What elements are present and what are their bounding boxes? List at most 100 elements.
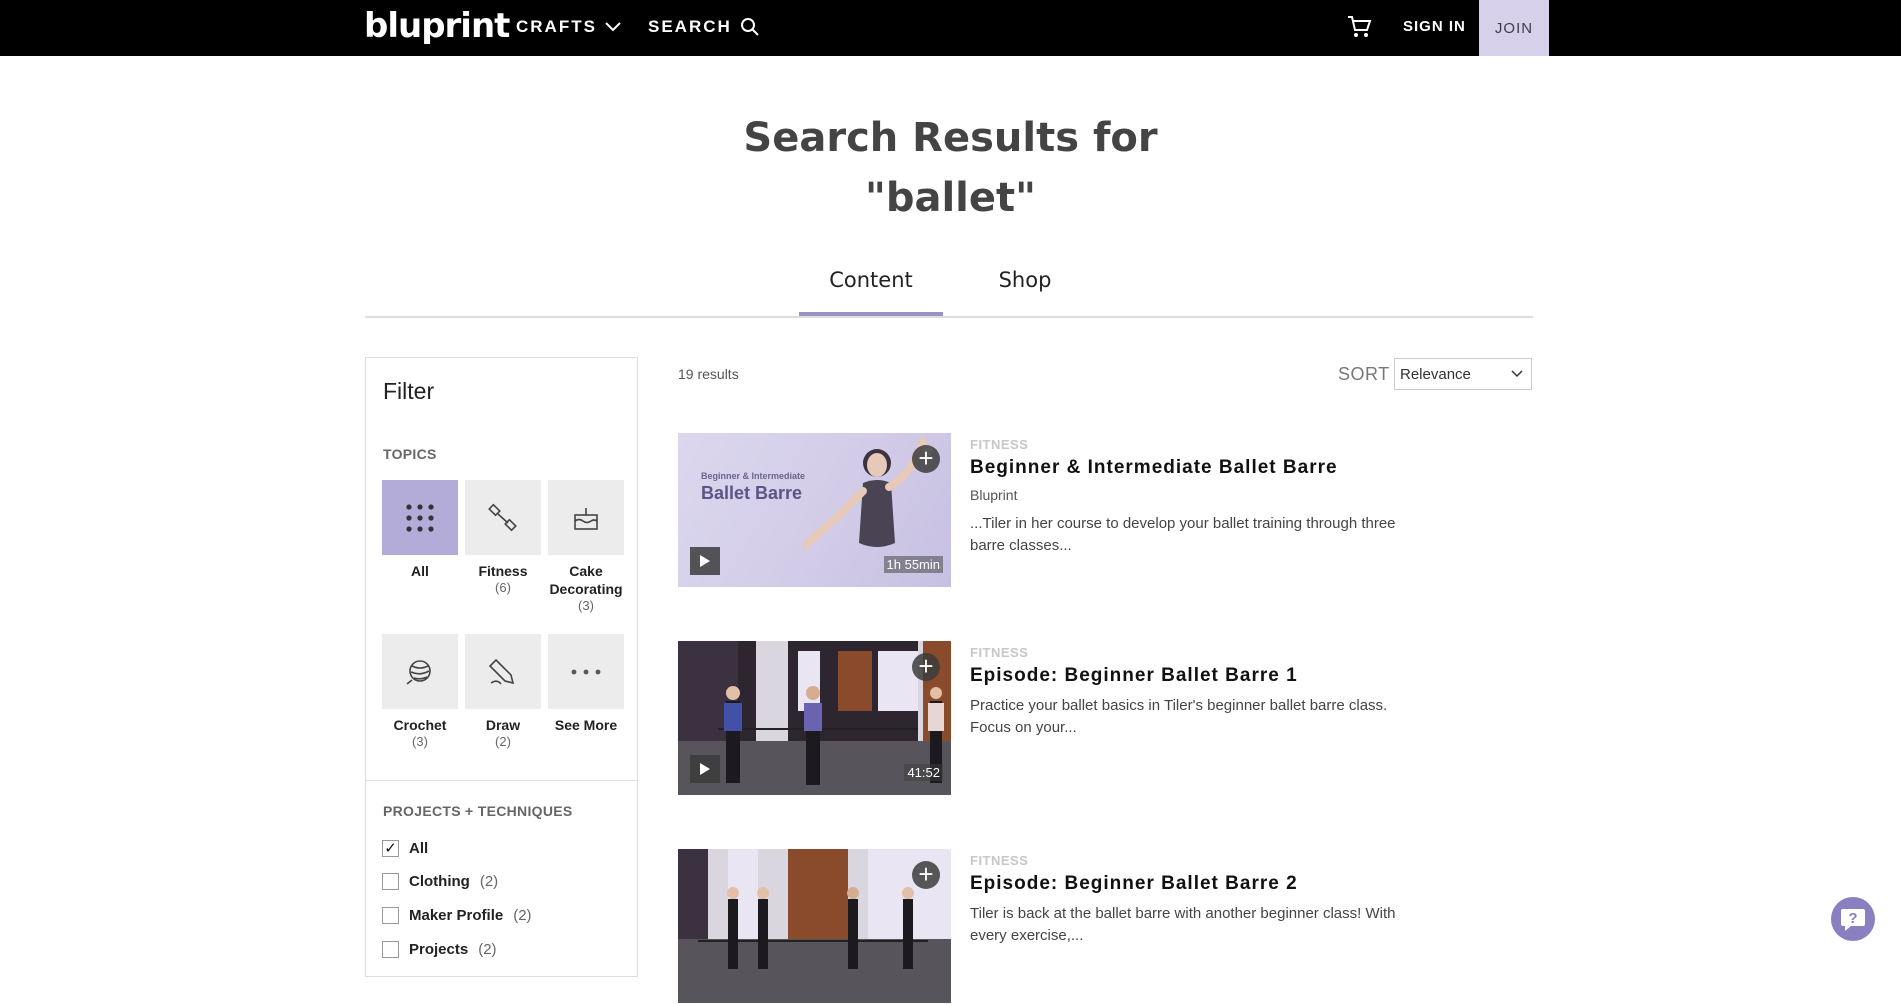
page-title-line1: Search Results for xyxy=(743,115,1158,161)
topic-count: (6) xyxy=(495,580,511,595)
sort-select[interactable]: Relevance xyxy=(1394,358,1532,390)
add-to-list-button[interactable]: + xyxy=(912,445,940,473)
project-filter-clothing[interactable]: Clothing (2) xyxy=(382,873,498,890)
project-filter-count: (2) xyxy=(478,941,497,958)
topic-name: Draw xyxy=(485,717,521,733)
topics-label: TOPICS xyxy=(383,446,437,462)
topic-name: Cake Decorating xyxy=(549,563,623,597)
result-item: + 41:52 FITNESS Episode: Beginner Ballet… xyxy=(678,641,1387,796)
checkbox[interactable] xyxy=(382,907,399,924)
page-title-line2: "ballet" xyxy=(865,175,1036,221)
thumb-caption-small: Beginner & Intermediate xyxy=(701,471,806,481)
topic-name: All xyxy=(411,563,429,579)
crafts-label: CRAFTS xyxy=(516,17,597,36)
topic-count: (2) xyxy=(495,734,511,749)
help-chat-button[interactable]: ? xyxy=(1831,897,1875,941)
project-filter-projects[interactable]: Projects (2) xyxy=(382,941,497,958)
sort-label: SORT xyxy=(1338,364,1390,384)
project-filter-count: (2) xyxy=(479,873,499,890)
topic-name: Fitness xyxy=(478,563,528,579)
topic-draw-tile xyxy=(465,634,541,709)
more-dots-icon xyxy=(571,669,601,674)
topic-count: (3) xyxy=(412,734,428,749)
result-thumbnail[interactable]: + xyxy=(678,849,951,1003)
join-button[interactable]: JOIN xyxy=(1479,0,1549,56)
topic-all[interactable]: All xyxy=(382,480,458,580)
play-icon xyxy=(700,763,710,775)
grid-icon xyxy=(406,503,434,532)
result-author: Bluprint xyxy=(970,487,1018,503)
result-item: + FITNESS Episode: Beginner Ballet Barre… xyxy=(678,849,1395,1004)
tabs-divider xyxy=(365,316,1533,318)
project-filter-label: Clothing xyxy=(409,873,470,890)
topic-cake-decorating[interactable]: Cake Decorating (3) xyxy=(548,480,624,614)
topic-see-more[interactable]: See More xyxy=(548,634,624,734)
sign-in-link[interactable]: SIGN IN xyxy=(1403,18,1466,35)
search-link[interactable]: SEARCH xyxy=(648,17,760,37)
search-label: SEARCH xyxy=(648,17,732,36)
topic-fitness[interactable]: Fitness (6) xyxy=(465,480,541,596)
project-filter-all[interactable]: ✓ All xyxy=(382,840,428,857)
dumbbell-icon xyxy=(488,503,517,531)
checkbox-checked[interactable]: ✓ xyxy=(382,840,399,857)
project-filter-count: (2) xyxy=(513,907,532,924)
project-filter-label: All xyxy=(409,840,429,857)
sort-value: Relevance xyxy=(1400,365,1471,383)
video-duration: 41:52 xyxy=(904,764,943,781)
chevron-down-icon xyxy=(1511,370,1523,378)
cake-icon xyxy=(574,507,598,530)
topic-all-tile xyxy=(382,480,458,555)
studio-scene xyxy=(678,849,951,1003)
checkbox[interactable] xyxy=(382,873,399,890)
topic-see-more-tile xyxy=(548,634,624,709)
topic-cake-tile xyxy=(548,480,624,555)
tab-shop[interactable]: Shop xyxy=(980,268,1070,292)
project-filter-label: Maker Profile xyxy=(409,907,504,924)
projects-techniques-label: PROJECTS + TECHNIQUES xyxy=(383,803,573,819)
page-title: Search Results for "ballet" xyxy=(0,108,1901,228)
result-thumbnail[interactable]: Beginner & Intermediate Ballet Barre + 1… xyxy=(678,433,951,587)
topic-crochet-tile xyxy=(382,634,458,709)
results-count: 19 results xyxy=(678,366,739,382)
top-nav-bar: bluprint CRAFTS SEARCH SIGN IN JOIN xyxy=(0,0,1901,56)
project-filter-label: Projects xyxy=(409,941,469,958)
topic-name: See More xyxy=(554,717,618,733)
result-title[interactable]: Beginner & Intermediate Ballet Barre xyxy=(970,457,1338,479)
cart-icon[interactable] xyxy=(1346,13,1372,39)
add-to-list-button[interactable]: + xyxy=(912,861,940,889)
result-description: Practice your ballet basics in Tiler's b… xyxy=(970,697,1388,736)
bluprint-logo[interactable]: bluprint xyxy=(364,6,510,46)
topic-crochet[interactable]: Crochet (3) xyxy=(382,634,458,750)
tab-content[interactable]: Content xyxy=(799,268,943,292)
pencil-icon xyxy=(488,658,515,685)
topic-name: Crochet xyxy=(393,717,447,733)
result-category: FITNESS xyxy=(970,853,1029,868)
join-label: JOIN xyxy=(1494,19,1534,37)
crafts-menu[interactable]: CRAFTS xyxy=(516,17,621,37)
result-category: FITNESS xyxy=(970,437,1029,452)
search-icon xyxy=(740,18,759,36)
project-filter-maker-profile[interactable]: Maker Profile (2) xyxy=(382,907,532,924)
yarn-ball-icon xyxy=(406,659,431,685)
topic-draw[interactable]: Draw (2) xyxy=(465,634,541,750)
result-description: Tiler is back at the ballet barre with a… xyxy=(970,905,1396,944)
result-title[interactable]: Episode: Beginner Ballet Barre 2 xyxy=(970,873,1298,895)
filter-divider xyxy=(366,780,637,781)
topic-fitness-tile xyxy=(465,480,541,555)
topic-count: (3) xyxy=(578,598,594,613)
result-title[interactable]: Episode: Beginner Ballet Barre 1 xyxy=(970,665,1298,687)
filter-title: Filter xyxy=(383,378,435,404)
result-thumbnail[interactable]: + 41:52 xyxy=(678,641,951,795)
chevron-down-icon xyxy=(605,22,621,32)
add-to-list-button[interactable]: + xyxy=(912,653,940,681)
result-item: Beginner & Intermediate Ballet Barre + 1… xyxy=(678,433,1396,588)
result-description: ...Tiler in her course to develop your b… xyxy=(970,515,1396,554)
play-icon xyxy=(700,555,710,567)
checkbox[interactable] xyxy=(382,941,399,958)
active-tab-indicator xyxy=(799,312,943,316)
result-category: FITNESS xyxy=(970,645,1029,660)
play-button[interactable] xyxy=(690,755,720,783)
svg-text:?: ? xyxy=(1848,910,1857,927)
play-button[interactable] xyxy=(690,547,720,575)
video-duration: 1h 55min xyxy=(883,556,943,573)
